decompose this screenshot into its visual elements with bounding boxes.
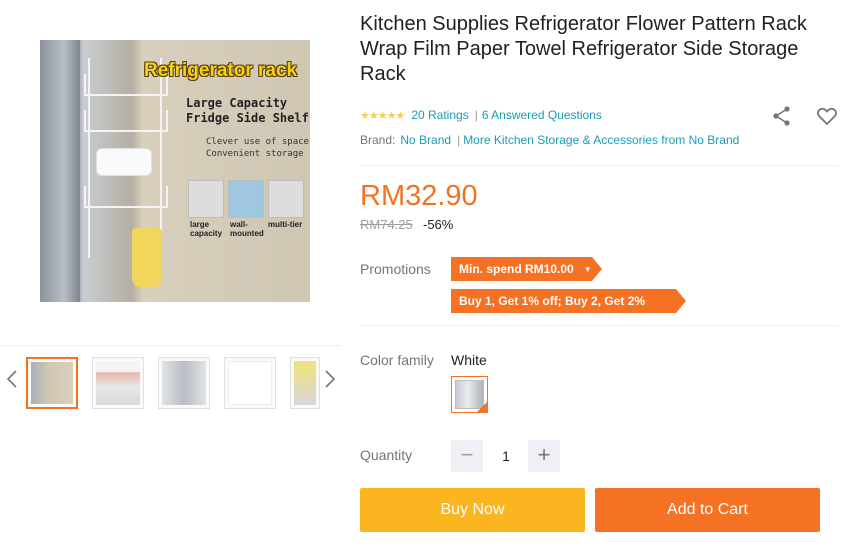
divider bbox=[360, 325, 839, 326]
current-price: RM32.90 bbox=[360, 180, 478, 212]
promotions-label: Promotions bbox=[360, 261, 431, 277]
feature-label: wall-mounted bbox=[230, 220, 264, 238]
selected-color: White bbox=[451, 352, 487, 368]
rack-shelf-graphic bbox=[84, 186, 168, 208]
feature-label: large capacity bbox=[190, 220, 223, 238]
caret-down-icon: ▼ bbox=[583, 265, 592, 274]
paper-towel-graphic bbox=[96, 148, 152, 176]
promotion-tag[interactable]: Buy 1, Get 1% off; Buy 2, Get 2% off▼ bbox=[451, 289, 686, 332]
product-title: Kitchen Supplies Refrigerator Flower Pat… bbox=[360, 13, 807, 85]
thumbnail-1[interactable] bbox=[26, 357, 78, 409]
main-product-image[interactable]: Refrigerator rack Large Capacity Fridge … bbox=[40, 40, 310, 302]
color-swatch-white[interactable] bbox=[451, 376, 488, 413]
image-subtitle-line: Large Capacity bbox=[186, 96, 288, 110]
rack-shelf-graphic bbox=[84, 110, 168, 132]
promotion-text: Min. spend RM10.00 bbox=[459, 262, 574, 276]
separator: | bbox=[474, 108, 478, 122]
image-caption-line: Convenient storage bbox=[206, 149, 304, 159]
quantity-label: Quantity bbox=[360, 447, 413, 463]
share-icon[interactable] bbox=[770, 104, 794, 128]
star-rating: ★★★★★ bbox=[360, 109, 405, 122]
answered-questions-link[interactable]: 6 Answered Questions bbox=[482, 108, 602, 122]
buy-now-button[interactable]: Buy Now bbox=[360, 488, 585, 532]
feature-thumb bbox=[228, 180, 264, 218]
image-subtitle: Large Capacity Fridge Side Shelf bbox=[186, 96, 309, 126]
feature-thumb bbox=[188, 180, 224, 218]
image-caption-line: Clever use of space bbox=[206, 137, 309, 147]
original-price: RM74.25 bbox=[360, 217, 413, 232]
divider bbox=[360, 165, 839, 166]
thumbnail-4[interactable] bbox=[224, 357, 276, 409]
color-family-label: Color family bbox=[360, 352, 434, 368]
heart-icon[interactable] bbox=[815, 104, 839, 128]
fridge-door-graphic bbox=[40, 40, 80, 302]
quantity-increase-button[interactable]: + bbox=[528, 440, 560, 472]
ratings-row: ★★★★★ 20 Ratings | 6 Answered Questions bbox=[360, 108, 602, 122]
chevron-left-icon[interactable] bbox=[4, 368, 20, 396]
quantity-input[interactable] bbox=[488, 440, 524, 472]
thumbnail-strip bbox=[0, 345, 341, 417]
brand-row: Brand: No Brand | More Kitchen Storage &… bbox=[360, 133, 739, 147]
add-to-cart-button[interactable]: Add to Cart bbox=[595, 488, 820, 532]
selected-check-icon bbox=[477, 402, 487, 412]
feature-thumb bbox=[268, 180, 304, 218]
promotion-tag[interactable]: Min. spend RM10.00 ▼ bbox=[451, 257, 602, 281]
thumbnail-5[interactable] bbox=[290, 357, 320, 409]
product-page: Refrigerator rack Large Capacity Fridge … bbox=[0, 0, 863, 559]
separator: | bbox=[457, 133, 461, 147]
brand-label: Brand: bbox=[360, 133, 396, 147]
image-caption: Clever use of space Convenient storage bbox=[206, 136, 309, 160]
image-headline: Refrigerator rack bbox=[144, 60, 298, 81]
feature-label: multi-tier bbox=[268, 220, 303, 229]
brand-link[interactable]: No Brand bbox=[400, 133, 451, 147]
hanging-cloth-graphic bbox=[132, 228, 162, 288]
ratings-link[interactable]: 20 Ratings bbox=[411, 108, 468, 122]
chevron-right-icon[interactable] bbox=[322, 368, 338, 396]
discount-percent: -56% bbox=[423, 217, 454, 232]
image-subtitle-line: Fridge Side Shelf bbox=[186, 111, 309, 125]
thumbnail-2[interactable] bbox=[92, 357, 144, 409]
more-from-brand-link[interactable]: More Kitchen Storage & Accessories from … bbox=[463, 133, 739, 147]
quantity-decrease-button[interactable]: − bbox=[451, 440, 483, 472]
thumbnail-3[interactable] bbox=[158, 357, 210, 409]
